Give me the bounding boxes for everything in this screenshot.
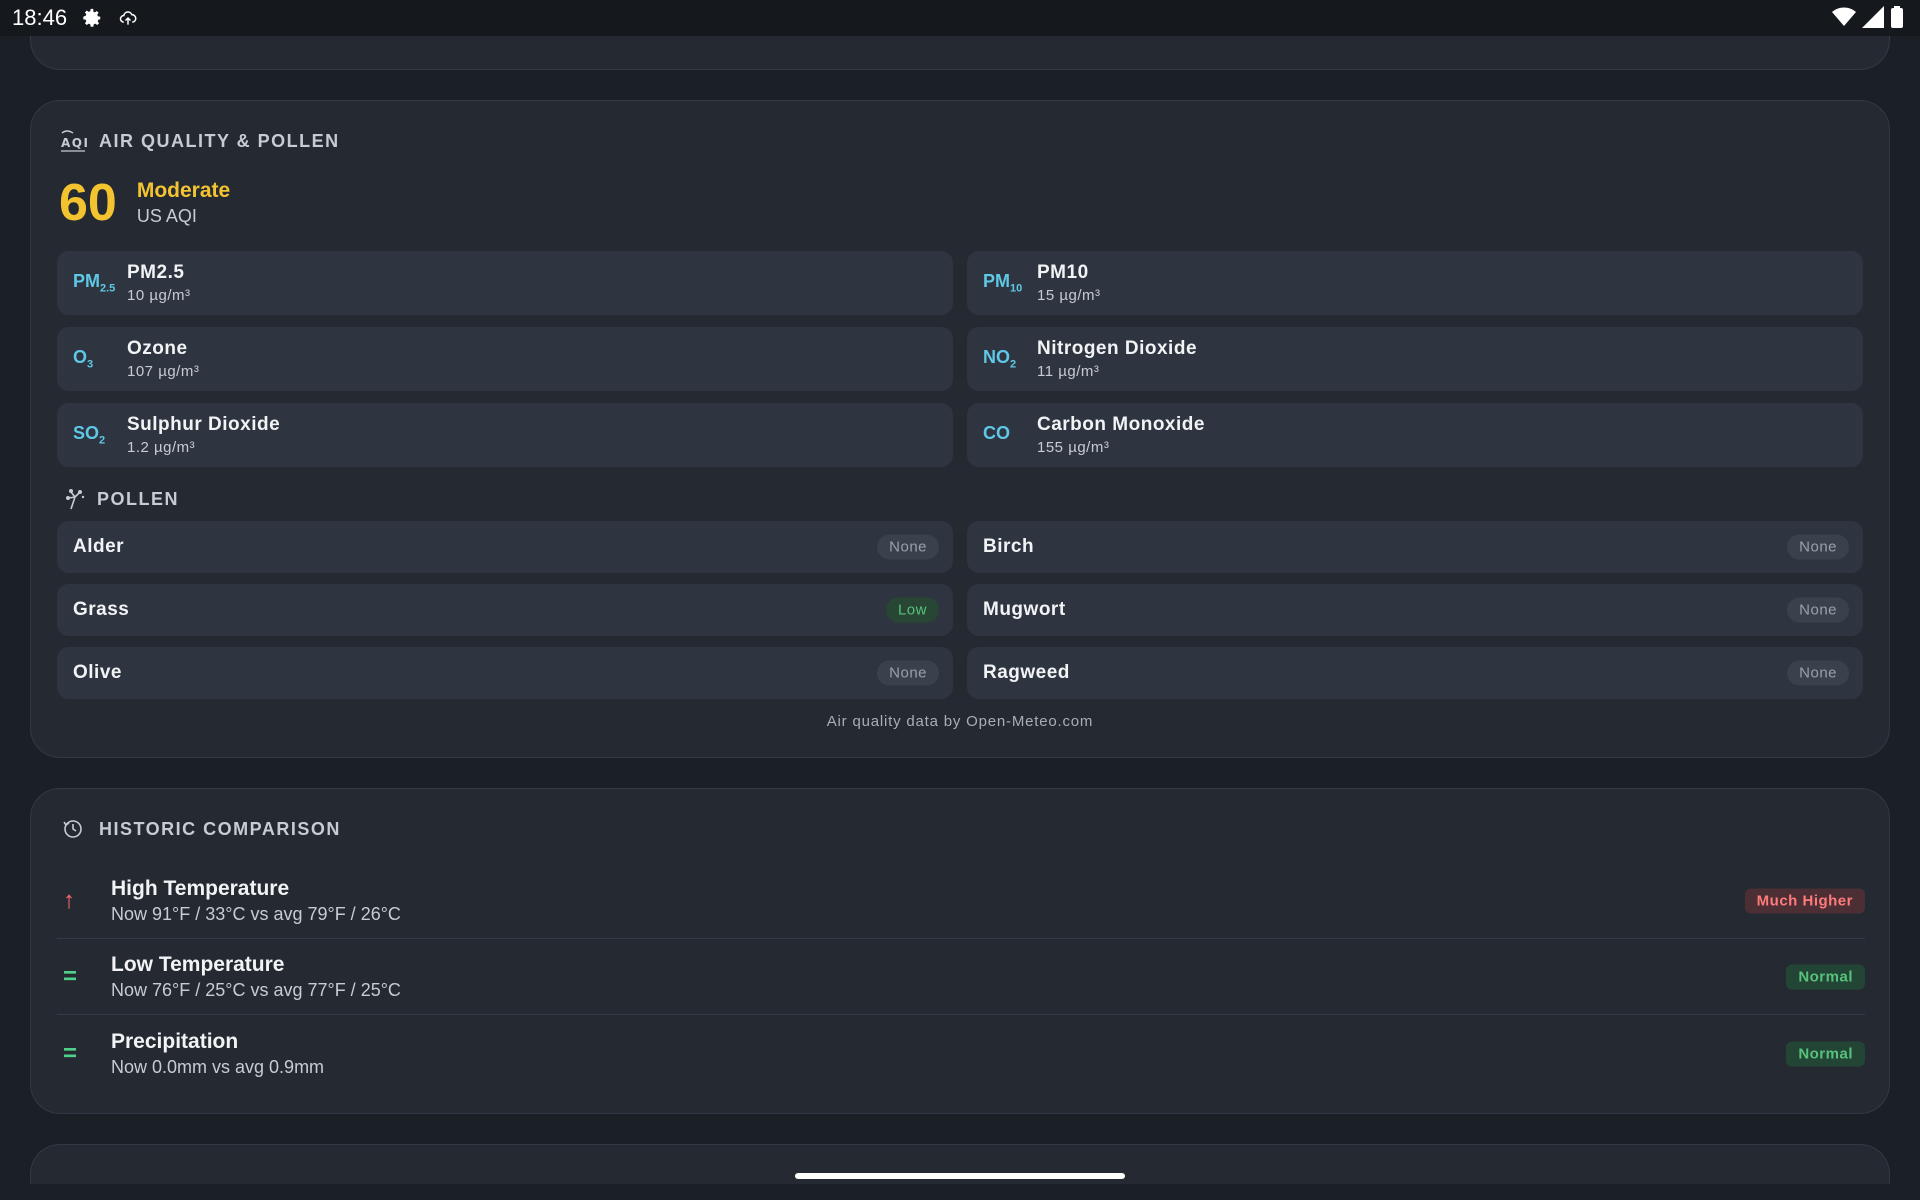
- pollutant-tile-pm25: PM2.5 PM2.5 10 µg/m³: [57, 251, 953, 315]
- historic-title: HISTORIC COMPARISON: [99, 818, 341, 839]
- trend-up-icon: ↑: [63, 886, 75, 914]
- pollutant-symbol: SO2: [73, 423, 106, 447]
- pollutant-value: 1.2 µg/m³: [127, 439, 196, 456]
- cloud-upload-icon: [115, 5, 141, 31]
- pollen-level-badge: None: [1787, 534, 1849, 560]
- pollen-tile-grass: Grass Low: [57, 584, 953, 636]
- comparison-title: High Temperature: [111, 876, 290, 900]
- comparison-title: Precipitation: [111, 1030, 239, 1053]
- pollutant-name: Ozone: [127, 338, 188, 359]
- trend-equal-icon: =: [63, 1040, 78, 1067]
- comparison-badge: Normal: [1786, 964, 1865, 989]
- comparison-detail: Now 0.0mm vs avg 0.9mm: [111, 1057, 325, 1077]
- comparison-badge: Normal: [1786, 1041, 1865, 1067]
- pollutant-name: PM2.5: [127, 262, 185, 283]
- pollen-name: Grass: [73, 599, 130, 620]
- pollen-level-badge: Low: [885, 597, 939, 623]
- pollen-icon: [61, 485, 89, 513]
- pollutant-symbol: NO2: [983, 347, 1017, 371]
- pollen-tile-olive: Olive None: [57, 647, 953, 699]
- pollutant-tile-co: CO Carbon Monoxide 155 µg/m³: [967, 403, 1863, 467]
- pollutant-value: 107 µg/m³: [127, 363, 200, 380]
- pollen-level-badge: None: [877, 534, 939, 560]
- wifi-icon: [1832, 6, 1856, 33]
- comparison-title: Low Temperature: [111, 952, 285, 976]
- aqi-scale: US AQI: [136, 206, 197, 226]
- comparison-row-precipitation: = Precipitation Now 0.0mm vs avg 0.9mm N…: [57, 1016, 1865, 1092]
- history-icon: [59, 815, 87, 843]
- signal-icon: [1862, 6, 1884, 33]
- comparison-detail: Now 76°F / 25°C vs avg 77°F / 25°C: [111, 979, 401, 1000]
- pollutant-value: 155 µg/m³: [1037, 439, 1110, 456]
- pollutant-tile-no2: NO2 Nitrogen Dioxide 11 µg/m³: [967, 327, 1863, 391]
- pollutant-value: 10 µg/m³: [127, 287, 191, 304]
- aqi-level: Moderate: [136, 179, 231, 202]
- status-bar: 18:46: [0, 0, 1920, 36]
- pollutant-tile-pm10: PM10 PM10 15 µg/m³: [967, 251, 1863, 315]
- pollen-level-badge: None: [1787, 660, 1849, 686]
- previous-card: [30, 36, 1890, 70]
- pollen-level-badge: None: [877, 660, 939, 686]
- pollutant-value: 15 µg/m³: [1037, 287, 1101, 304]
- comparison-detail: Now 91°F / 33°C vs avg 79°F / 26°C: [111, 903, 401, 924]
- pollutant-tile-so2: SO2 Sulphur Dioxide 1.2 µg/m³: [57, 403, 953, 467]
- pollen-name: Birch: [983, 536, 1035, 557]
- data-attribution: Air quality data by Open-Meteo.com: [826, 713, 1094, 730]
- air-quality-header: AQI AIR QUALITY & POLLEN: [59, 127, 340, 155]
- pollutant-name: Nitrogen Dioxide: [1037, 338, 1198, 359]
- comparison-row-high-temp: ↑ High Temperature Now 91°F / 33°C vs av…: [57, 863, 1865, 939]
- aqi-value: 60: [59, 174, 117, 232]
- pollen-tile-alder: Alder None: [57, 521, 953, 573]
- pollen-tile-birch: Birch None: [967, 521, 1863, 573]
- pollutant-symbol: PM10: [983, 271, 1023, 295]
- pollen-tile-mugwort: Mugwort None: [967, 584, 1863, 636]
- svg-text:AQI: AQI: [61, 136, 87, 150]
- comparison-row-low-temp: = Low Temperature Now 76°F / 25°C vs avg…: [57, 939, 1865, 1015]
- pollutant-name: PM10: [1037, 262, 1089, 283]
- air-quality-title: AIR QUALITY & POLLEN: [99, 130, 340, 151]
- pollen-name: Ragweed: [983, 662, 1070, 683]
- pollutant-name: Carbon Monoxide: [1037, 414, 1205, 435]
- battery-icon: [1890, 6, 1904, 33]
- gear-icon: [79, 5, 105, 31]
- historic-comparison-card: HISTORIC COMPARISON ↑ High Temperature N…: [30, 788, 1890, 1114]
- comparison-badge: Much Higher: [1744, 888, 1865, 913]
- pollen-tile-ragweed: Ragweed None: [967, 647, 1863, 699]
- status-right: [1832, 6, 1904, 33]
- pollen-level-badge: None: [1787, 597, 1849, 623]
- trend-equal-icon: =: [63, 962, 78, 990]
- historic-header: HISTORIC COMPARISON: [59, 815, 341, 843]
- air-quality-card: AQI AIR QUALITY & POLLEN 60 Moderate US …: [30, 100, 1890, 758]
- pollutant-name: Sulphur Dioxide: [127, 414, 281, 435]
- aqi-icon: AQI: [59, 127, 87, 155]
- pollutant-value: 11 µg/m³: [1037, 363, 1100, 380]
- pollutant-symbol: CO: [983, 423, 1010, 444]
- pollutant-symbol: PM2.5: [73, 271, 116, 295]
- pollen-title: POLLEN: [97, 488, 180, 509]
- pollen-name: Olive: [73, 662, 122, 683]
- pollen-header: POLLEN: [61, 485, 179, 513]
- status-time: 18:46: [12, 5, 68, 30]
- pollen-name: Alder: [73, 536, 125, 557]
- pollutant-symbol: O3: [73, 347, 94, 371]
- pollen-name: Mugwort: [983, 599, 1066, 620]
- navigation-handle[interactable]: [795, 1173, 1125, 1179]
- aqi-summary: 60 Moderate US AQI: [59, 177, 230, 229]
- pollutant-tile-ozone: O3 Ozone 107 µg/m³: [57, 327, 953, 391]
